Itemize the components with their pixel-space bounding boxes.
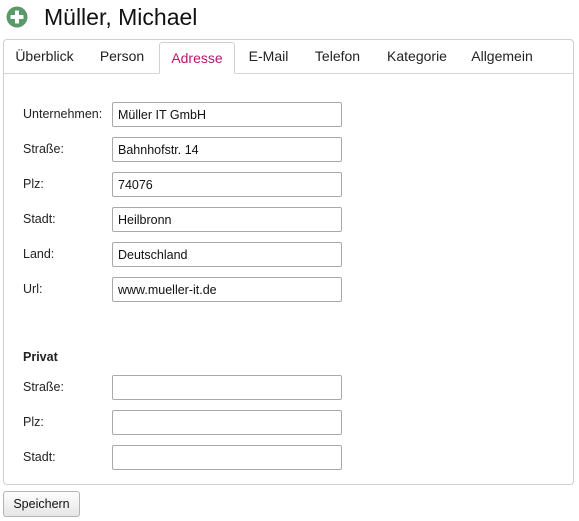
url-field[interactable]	[112, 277, 342, 302]
zip-label: Plz:	[23, 177, 44, 191]
address-panel: Überblick Person Adresse E-Mail Telefon …	[3, 39, 574, 485]
tab-adresse[interactable]: Adresse	[159, 42, 235, 74]
city-label: Stadt:	[23, 212, 56, 226]
add-circle-icon[interactable]	[6, 6, 28, 28]
city-field[interactable]	[112, 207, 342, 232]
page-header: Müller, Michael	[6, 4, 197, 30]
private-zip-field[interactable]	[112, 410, 342, 435]
private-section-title: Privat	[23, 350, 58, 364]
zip-field[interactable]	[112, 172, 342, 197]
private-street-field[interactable]	[112, 375, 342, 400]
company-label: Unternehmen:	[23, 107, 103, 121]
private-city-field[interactable]	[112, 445, 342, 470]
tab-telefon[interactable]: Telefon	[302, 40, 373, 73]
private-zip-label: Plz:	[23, 415, 44, 429]
tab-person[interactable]: Person	[88, 40, 156, 73]
url-label: Url:	[23, 282, 43, 296]
private-street-label: Straße:	[23, 380, 64, 394]
tab-kategorie[interactable]: Kategorie	[377, 40, 457, 73]
tab-allgemein[interactable]: Allgemein	[461, 40, 543, 73]
street-label: Straße:	[23, 142, 64, 156]
country-field[interactable]	[112, 242, 342, 267]
company-field[interactable]	[112, 102, 342, 127]
save-button[interactable]: Speichern	[3, 491, 80, 517]
tab-email[interactable]: E-Mail	[239, 40, 298, 73]
country-label: Land:	[23, 247, 55, 261]
page-title: Müller, Michael	[44, 4, 198, 30]
private-city-label: Stadt:	[23, 450, 56, 464]
tab-bar: Überblick Person Adresse E-Mail Telefon …	[4, 40, 573, 74]
street-field[interactable]	[112, 137, 342, 162]
tab-ueberblick[interactable]: Überblick	[5, 40, 84, 73]
